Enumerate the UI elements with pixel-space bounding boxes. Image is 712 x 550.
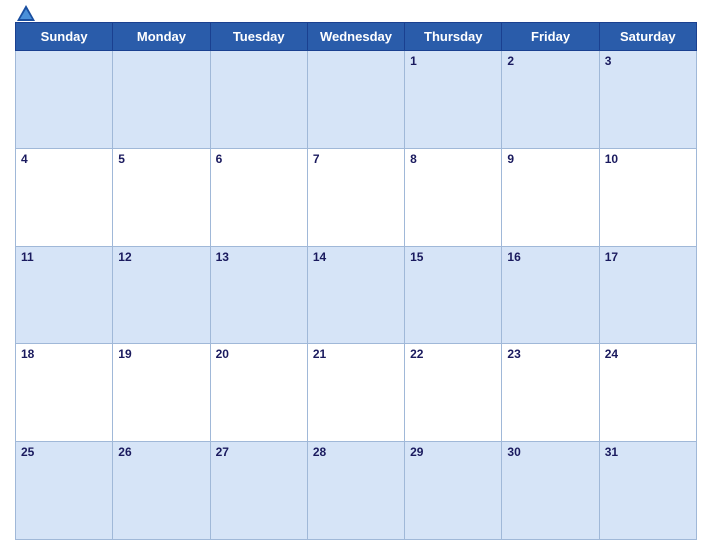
calendar-cell: 3 — [599, 51, 696, 149]
day-number: 5 — [118, 152, 125, 166]
day-number: 29 — [410, 445, 423, 459]
day-header-friday: Friday — [502, 23, 599, 51]
day-number: 19 — [118, 347, 131, 361]
calendar-cell: 10 — [599, 148, 696, 246]
day-number: 10 — [605, 152, 618, 166]
calendar-cell: 6 — [210, 148, 307, 246]
day-number: 9 — [507, 152, 514, 166]
calendar-header-row: SundayMondayTuesdayWednesdayThursdayFrid… — [16, 23, 697, 51]
day-header-wednesday: Wednesday — [307, 23, 404, 51]
day-number: 11 — [21, 250, 34, 264]
calendar-cell: 22 — [405, 344, 502, 442]
day-number: 23 — [507, 347, 520, 361]
logo — [15, 3, 40, 25]
day-number: 15 — [410, 250, 423, 264]
calendar-week-4: 18 19 20 21 22 23 24 — [16, 344, 697, 442]
calendar-cell: 30 — [502, 442, 599, 540]
day-number: 4 — [21, 152, 28, 166]
day-number: 24 — [605, 347, 618, 361]
day-header-monday: Monday — [113, 23, 210, 51]
calendar-cell: 24 — [599, 344, 696, 442]
calendar-cell: 20 — [210, 344, 307, 442]
calendar-cell: 17 — [599, 246, 696, 344]
day-number: 13 — [216, 250, 229, 264]
day-number: 26 — [118, 445, 131, 459]
day-number: 21 — [313, 347, 326, 361]
calendar-cell: 26 — [113, 442, 210, 540]
calendar-cell: 1 — [405, 51, 502, 149]
calendar-cell: 21 — [307, 344, 404, 442]
day-number: 20 — [216, 347, 229, 361]
calendar-cell: 14 — [307, 246, 404, 344]
day-number: 22 — [410, 347, 423, 361]
day-number: 28 — [313, 445, 326, 459]
calendar-cell: 28 — [307, 442, 404, 540]
day-number: 27 — [216, 445, 229, 459]
calendar-cell: 4 — [16, 148, 113, 246]
day-header-thursday: Thursday — [405, 23, 502, 51]
calendar-week-2: 4 5 6 7 8 9 10 — [16, 148, 697, 246]
calendar-cell: 11 — [16, 246, 113, 344]
logo-icon — [15, 3, 37, 25]
calendar-table: SundayMondayTuesdayWednesdayThursdayFrid… — [15, 22, 697, 540]
day-header-tuesday: Tuesday — [210, 23, 307, 51]
calendar-cell: 8 — [405, 148, 502, 246]
calendar-cell: 23 — [502, 344, 599, 442]
day-number: 18 — [21, 347, 34, 361]
day-number: 12 — [118, 250, 131, 264]
calendar-cell: 5 — [113, 148, 210, 246]
day-number: 3 — [605, 54, 612, 68]
calendar-week-3: 11 12 13 14 15 16 17 — [16, 246, 697, 344]
calendar-cell: 12 — [113, 246, 210, 344]
day-number: 30 — [507, 445, 520, 459]
day-header-sunday: Sunday — [16, 23, 113, 51]
day-number: 7 — [313, 152, 320, 166]
calendar-cell: 16 — [502, 246, 599, 344]
day-number: 14 — [313, 250, 326, 264]
calendar-body: 1234567891011121314151617181920212223242… — [16, 51, 697, 540]
day-header-saturday: Saturday — [599, 23, 696, 51]
calendar-cell: 31 — [599, 442, 696, 540]
calendar-cell: 18 — [16, 344, 113, 442]
calendar-cell: 2 — [502, 51, 599, 149]
day-number: 25 — [21, 445, 34, 459]
day-number: 1 — [410, 54, 417, 68]
day-number: 17 — [605, 250, 618, 264]
calendar-cell: 27 — [210, 442, 307, 540]
calendar-cell: 19 — [113, 344, 210, 442]
calendar-cell: 7 — [307, 148, 404, 246]
calendar-cell: 29 — [405, 442, 502, 540]
calendar-header — [15, 10, 697, 18]
calendar-cell — [16, 51, 113, 149]
calendar-cell: 25 — [16, 442, 113, 540]
day-number: 8 — [410, 152, 417, 166]
calendar-cell: 9 — [502, 148, 599, 246]
day-number: 31 — [605, 445, 618, 459]
calendar-cell: 15 — [405, 246, 502, 344]
calendar-cell — [210, 51, 307, 149]
calendar-week-5: 25 26 27 28 29 30 31 — [16, 442, 697, 540]
day-number: 16 — [507, 250, 520, 264]
day-number: 6 — [216, 152, 223, 166]
day-number: 2 — [507, 54, 514, 68]
calendar-cell — [307, 51, 404, 149]
calendar-cell: 13 — [210, 246, 307, 344]
calendar-cell — [113, 51, 210, 149]
calendar-week-1: 1 2 3 — [16, 51, 697, 149]
